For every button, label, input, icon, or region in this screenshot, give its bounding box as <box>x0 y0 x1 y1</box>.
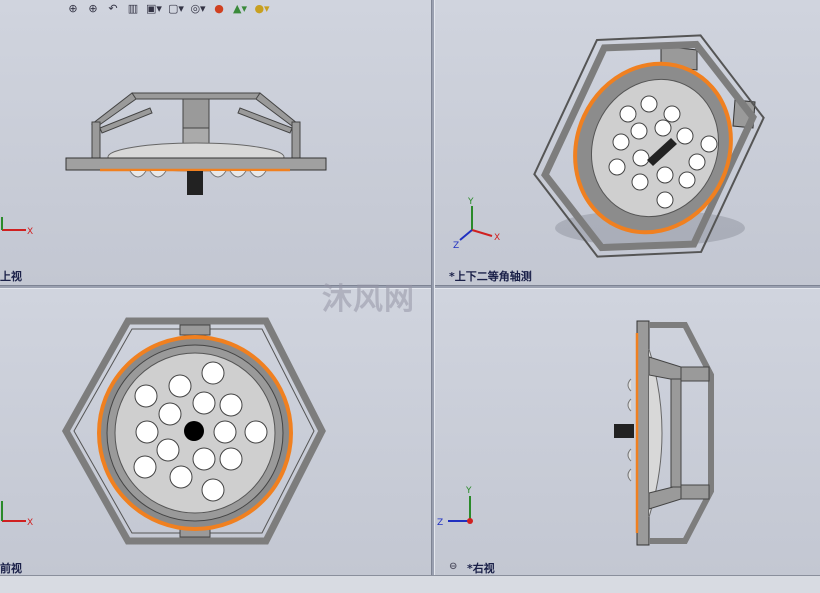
triad-z-label: Z <box>453 241 459 251</box>
model-top-view <box>65 92 327 195</box>
settings-icon[interactable]: ●▾ <box>252 1 272 16</box>
link-views-icon[interactable]: ⊖ <box>449 561 457 572</box>
zoom-area-icon[interactable]: ⊕ <box>84 1 102 16</box>
view-label-front: 前视 <box>0 562 22 575</box>
prev-view-icon[interactable]: ↶ <box>104 1 122 16</box>
style-icon[interactable]: ▢▾ <box>166 1 186 16</box>
section-icon[interactable]: ▥ <box>124 1 142 16</box>
model-right-view <box>614 320 714 546</box>
view-label-trimetric: *上下二等角轴测 <box>449 270 532 283</box>
triad-y-label: Y <box>467 197 474 207</box>
triad-y-label: Y <box>465 486 472 496</box>
status-bar <box>0 575 820 593</box>
heads-up-toolbar-overlay: ⊕ ⊕ ↶ ▥ ▣▾ ▢▾ ◎▾ ● ▲▾ ●▾ <box>64 0 272 16</box>
orientation-icon[interactable]: ▣▾ <box>144 1 164 16</box>
triad-x-label: X <box>494 233 500 243</box>
view-label-top: 上视 <box>0 270 22 283</box>
watermark-text: 沐风网 <box>322 282 415 317</box>
view-label-right: *右视 <box>467 562 495 575</box>
appearance-icon[interactable]: ● <box>210 1 228 16</box>
triad-x-label: X <box>27 518 33 528</box>
scene-icon[interactable]: ▲▾ <box>230 1 250 16</box>
zoom-fit-icon[interactable]: ⊕ <box>64 1 82 16</box>
triad-top-view: X <box>1 217 33 237</box>
triad-trimetric-view: Y X Z <box>453 197 500 251</box>
triad-right-view: Y Z <box>437 486 473 528</box>
triad-front-view: X <box>1 501 33 528</box>
visibility-icon[interactable]: ◎▾ <box>188 1 208 16</box>
triad-z-label: Z <box>437 518 443 528</box>
triad-x-label: X <box>27 227 33 237</box>
model-front-view <box>61 317 326 545</box>
